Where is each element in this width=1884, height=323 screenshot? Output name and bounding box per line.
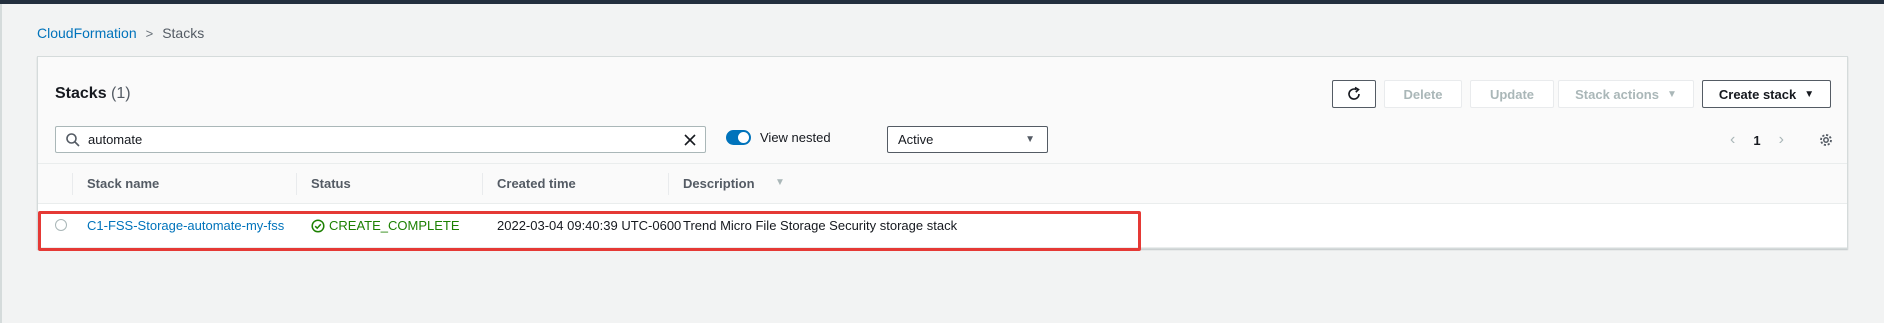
stack-actions-label: Stack actions [1575, 86, 1659, 102]
clear-icon[interactable] [682, 132, 698, 148]
update-button[interactable]: Update [1470, 80, 1554, 108]
status-filter-value: Active [898, 132, 934, 147]
current-page[interactable]: 1 [1753, 133, 1760, 148]
previous-page-icon[interactable]: ‹ [1730, 131, 1735, 149]
refresh-icon [1348, 86, 1360, 100]
column-divider [482, 173, 483, 195]
breadcrumb-cloudformation-link[interactable]: CloudFormation [37, 25, 137, 41]
caret-down-icon: ▼ [1025, 134, 1035, 145]
delete-button[interactable]: Delete [1384, 80, 1462, 108]
column-created-time[interactable]: Created time [497, 176, 576, 191]
table-header: Stack name Status Created time ▼ Descrip… [38, 163, 1847, 204]
view-nested-toggle[interactable]: View nested [726, 130, 831, 145]
column-divider [296, 173, 297, 195]
toggle-track[interactable] [726, 130, 751, 145]
stack-count: (1) [111, 85, 131, 102]
create-stack-button[interactable]: Create stack ▼ [1702, 80, 1831, 108]
status-filter-select[interactable]: Active ▼ [887, 126, 1048, 153]
view-nested-label: View nested [760, 130, 831, 145]
left-edge [0, 4, 2, 323]
column-divider [72, 173, 73, 195]
stack-actions-button[interactable]: Stack actions ▼ [1558, 80, 1694, 108]
refresh-button[interactable] [1332, 80, 1376, 108]
pagination: ‹ 1 › [1730, 131, 1834, 149]
create-stack-label: Create stack [1718, 86, 1797, 102]
search-icon [66, 132, 80, 147]
gear-icon[interactable] [1818, 132, 1834, 148]
top-bar [0, 0, 1884, 4]
column-description[interactable]: Description [683, 176, 755, 191]
caret-down-icon: ▼ [1804, 88, 1815, 100]
breadcrumb-current: Stacks [162, 25, 205, 41]
column-divider [668, 173, 669, 195]
caret-down-icon: ▼ [1666, 88, 1677, 100]
highlight-box [38, 211, 1141, 251]
panel-title-text: Stacks [55, 85, 107, 102]
column-stack-name[interactable]: Stack name [87, 176, 159, 191]
next-page-icon[interactable]: › [1779, 131, 1784, 149]
search-input[interactable]: automate [55, 126, 706, 153]
panel-title: Stacks (1) [55, 85, 131, 103]
breadcrumb: CloudFormation > Stacks [37, 25, 204, 41]
search-value: automate [88, 132, 143, 147]
column-status[interactable]: Status [311, 176, 351, 191]
breadcrumb-separator-icon: > [145, 25, 154, 41]
toggle-knob [738, 132, 749, 143]
sort-descending-icon: ▼ [775, 177, 785, 188]
